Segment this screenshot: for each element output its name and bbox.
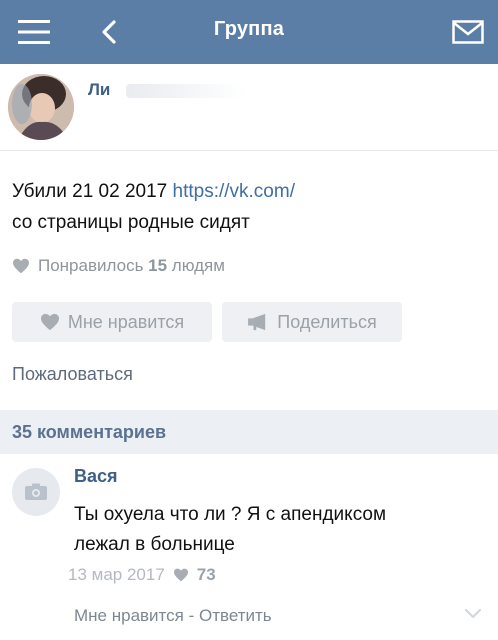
likes-count: 15 bbox=[148, 256, 168, 275]
megaphone-icon bbox=[248, 313, 266, 331]
comment-meta: 13 мар 2017 73 bbox=[68, 565, 216, 585]
camera-icon bbox=[25, 483, 47, 500]
chevron-down-icon[interactable] bbox=[464, 608, 482, 620]
report-link[interactable]: Пожаловаться bbox=[12, 364, 133, 385]
comments-count: 35 комментариев bbox=[12, 422, 167, 442]
top-navigation-bar: Группа bbox=[0, 0, 498, 64]
comment-reply-link[interactable]: Ответить bbox=[199, 606, 272, 625]
comments-header: 35 комментариев bbox=[0, 410, 498, 454]
avatar-photo bbox=[8, 74, 74, 140]
comment-text-line2: лежал в больнице bbox=[74, 534, 235, 555]
share-button-label: Поделиться bbox=[277, 311, 377, 332]
share-button[interactable]: Поделиться bbox=[222, 302, 402, 342]
mail-icon[interactable] bbox=[452, 20, 484, 44]
comment-avatar[interactable] bbox=[12, 468, 60, 516]
likes-prefix: Понравилось bbox=[38, 256, 149, 275]
comment-text: Ты охуела что ли ? Я с апендиксом лежал … bbox=[74, 500, 484, 560]
likes-suffix: людям bbox=[167, 256, 225, 275]
heart-icon bbox=[173, 568, 188, 582]
divider bbox=[0, 150, 498, 151]
comment-date: 13 мар 2017 bbox=[68, 565, 165, 584]
comment-text-line1: Ты охуела что ли ? Я с апендиксом bbox=[74, 504, 387, 525]
page-title: Группа bbox=[213, 18, 285, 40]
post-link[interactable]: https://vk.com/ bbox=[173, 181, 295, 202]
link-censor bbox=[350, 178, 490, 204]
author-avatar[interactable] bbox=[8, 74, 74, 140]
post-author-name[interactable]: Ли bbox=[88, 80, 110, 100]
like-button[interactable]: Мне нравится bbox=[12, 302, 212, 342]
heart-icon bbox=[13, 258, 29, 274]
likes-summary[interactable]: Понравилось 15 людям bbox=[12, 256, 225, 276]
comment-actions: Мне нравится - Ответить bbox=[74, 606, 272, 626]
post-text-line1: Убили 21 02 2017 bbox=[12, 181, 173, 202]
like-button-label: Мне нравится bbox=[67, 311, 185, 332]
comment-likes-count: 73 bbox=[196, 565, 216, 584]
comment-author[interactable]: Вася bbox=[74, 466, 118, 487]
post-text-line2: со страницы родные сидят bbox=[12, 212, 250, 233]
comment-actions-separator: - bbox=[183, 606, 199, 625]
comment-like-link[interactable]: Мне нравится bbox=[74, 606, 184, 625]
heart-icon bbox=[40, 313, 59, 331]
author-name-censor bbox=[126, 84, 246, 98]
